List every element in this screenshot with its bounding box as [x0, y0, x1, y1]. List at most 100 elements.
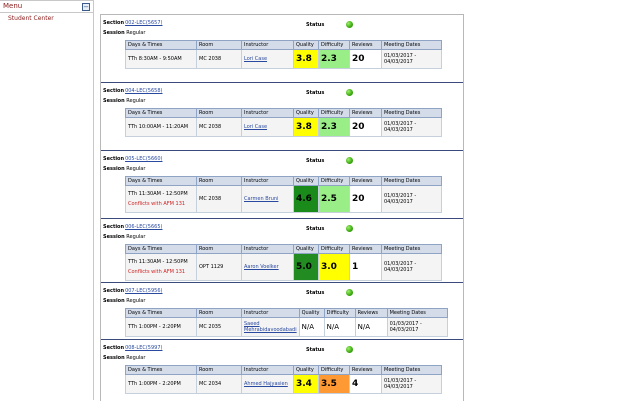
sidebar: Menu − Student Center [0, 0, 94, 400]
section-divider [101, 282, 463, 283]
days-times: TTh 10:00AM - 11:20AM [128, 124, 189, 130]
status-open-icon [346, 21, 353, 28]
col-days: Days & Times [125, 108, 197, 118]
col-instructor: Instructor [241, 244, 294, 254]
table-row: TTh 1:00PM - 2:20PM MC 2035 Saeed Mehrab… [125, 317, 448, 337]
col-days: Days & Times [125, 308, 197, 318]
section-divider [101, 218, 463, 219]
session-value: Regular [126, 98, 146, 104]
difficulty-rating: 2.3 [318, 117, 350, 137]
section-link[interactable]: 008-LEC(5997) [125, 345, 162, 351]
session-label: Session [103, 234, 125, 240]
days-times: TTh 8:30AM - 9:50AM [128, 56, 182, 62]
col-instructor: Instructor [241, 176, 294, 186]
session-label: Session [103, 298, 125, 304]
days-times-cell: TTh 1:00PM - 2:20PM [125, 374, 197, 394]
session-value: Regular [126, 234, 146, 240]
conflict-warning: Conflicts with AFM 131 [128, 201, 186, 207]
table-header-row: Days & Times Room Instructor Quality Dif… [125, 308, 448, 318]
col-dates: Meeting Dates [381, 176, 442, 186]
instructor-link[interactable]: Saeed Mehrabidavoodabadi [241, 317, 300, 337]
room-cell: MC 2035 [196, 317, 242, 337]
session-label: Session [103, 355, 125, 361]
section-label: Section [103, 345, 125, 351]
reviews-count: N/A [354, 317, 388, 337]
instructor-link[interactable]: Aaron Voelker [241, 253, 294, 281]
room-cell: MC 2038 [196, 117, 242, 137]
section-link[interactable]: 007-LEC(5956) [125, 288, 162, 294]
table-row: TTh 1:00PM - 2:20PM MC 2034 Ahmed Hajyas… [125, 374, 442, 394]
col-dates: Meeting Dates [381, 40, 442, 50]
section-row: Section007-LEC(5956) [103, 288, 162, 294]
col-instructor: Instructor [241, 308, 300, 318]
quality-rating: 5.0 [293, 253, 319, 281]
col-dates: Meeting Dates [381, 365, 442, 375]
section-row: Section004-LEC(5658) [103, 88, 162, 94]
col-room: Room [196, 176, 242, 186]
col-days: Days & Times [125, 365, 197, 375]
col-days: Days & Times [125, 176, 197, 186]
status-label: Status [306, 90, 325, 96]
session-row: Session Regular [103, 355, 145, 361]
section-link[interactable]: 005-LEC(5660) [125, 156, 162, 162]
meeting-dates: 01/03/2017 - 04/03/2017 [381, 374, 442, 394]
instructor-link[interactable]: Ahmed Hajyasien [241, 374, 294, 394]
col-room: Room [196, 108, 242, 118]
reviews-count: 20 [349, 117, 382, 137]
section-label: Section [103, 20, 125, 26]
status-open-icon [346, 89, 353, 96]
col-difficulty: Difficulty [318, 40, 350, 50]
col-reviews: Reviews [349, 244, 382, 254]
difficulty-rating: N/A [323, 317, 356, 337]
class-search-results: Section002-LEC(5657) Session Regular Sta… [100, 14, 464, 401]
session-row: Session Regular [103, 298, 145, 304]
section-row: Section005-LEC(5660) [103, 156, 162, 162]
section-label: Section [103, 288, 125, 294]
meeting-dates: 01/03/2017 - 04/03/2017 [381, 185, 442, 213]
session-row: Session Regular [103, 98, 145, 104]
menu-header: Menu − [0, 0, 93, 13]
meeting-dates: 01/03/2017 - 04/03/2017 [381, 117, 442, 137]
table-header-row: Days & Times Room Instructor Quality Dif… [125, 176, 442, 186]
table-header-row: Days & Times Room Instructor Quality Dif… [125, 40, 442, 50]
days-times: TTh 11:30AM - 12:50PM [128, 259, 188, 265]
status-label: Status [306, 22, 325, 28]
section-label: Section [103, 156, 125, 162]
instructor-link[interactable]: Lori Case [241, 117, 294, 137]
instructor-link[interactable]: Lori Case [241, 49, 294, 69]
status-open-icon [346, 157, 353, 164]
col-dates: Meeting Dates [381, 244, 442, 254]
sidebar-item-student-center[interactable]: Student Center [8, 15, 54, 22]
col-difficulty: Difficulty [318, 244, 350, 254]
section-link[interactable]: 002-LEC(5657) [125, 20, 162, 26]
col-reviews: Reviews [354, 308, 388, 318]
col-days: Days & Times [125, 244, 197, 254]
room-cell: OPT 1129 [196, 253, 242, 281]
status-open-icon [346, 289, 353, 296]
session-label: Session [103, 98, 125, 104]
section-link[interactable]: 004-LEC(5658) [125, 88, 162, 94]
days-times: TTh 1:00PM - 2:20PM [128, 381, 181, 387]
days-times-cell: TTh 10:00AM - 11:20AM [125, 117, 197, 137]
section-row: Section008-LEC(5997) [103, 345, 162, 351]
section-divider [101, 339, 463, 340]
collapse-menu-icon[interactable]: − [82, 3, 90, 11]
col-room: Room [196, 365, 242, 375]
col-quality: Quality [293, 176, 319, 186]
table-row: TTh 11:30AM - 12:50PM Conflicts with AFM… [125, 185, 442, 213]
room-cell: MC 2038 [196, 49, 242, 69]
instructor-link[interactable]: Carmen Bruni [241, 185, 294, 213]
col-days: Days & Times [125, 40, 197, 50]
table-header-row: Days & Times Room Instructor Quality Dif… [125, 108, 442, 118]
col-reviews: Reviews [349, 108, 382, 118]
col-room: Room [196, 40, 242, 50]
schedule-table: Days & Times Room Instructor Quality Dif… [125, 308, 448, 337]
table-header-row: Days & Times Room Instructor Quality Dif… [125, 244, 442, 254]
reviews-count: 1 [349, 253, 382, 281]
quality-rating: 3.8 [293, 117, 319, 137]
session-label: Session [103, 166, 125, 172]
col-quality: Quality [293, 244, 319, 254]
session-value: Regular [126, 298, 146, 304]
status-label: Status [306, 226, 325, 232]
section-link[interactable]: 006-LEC(5665) [125, 224, 162, 230]
